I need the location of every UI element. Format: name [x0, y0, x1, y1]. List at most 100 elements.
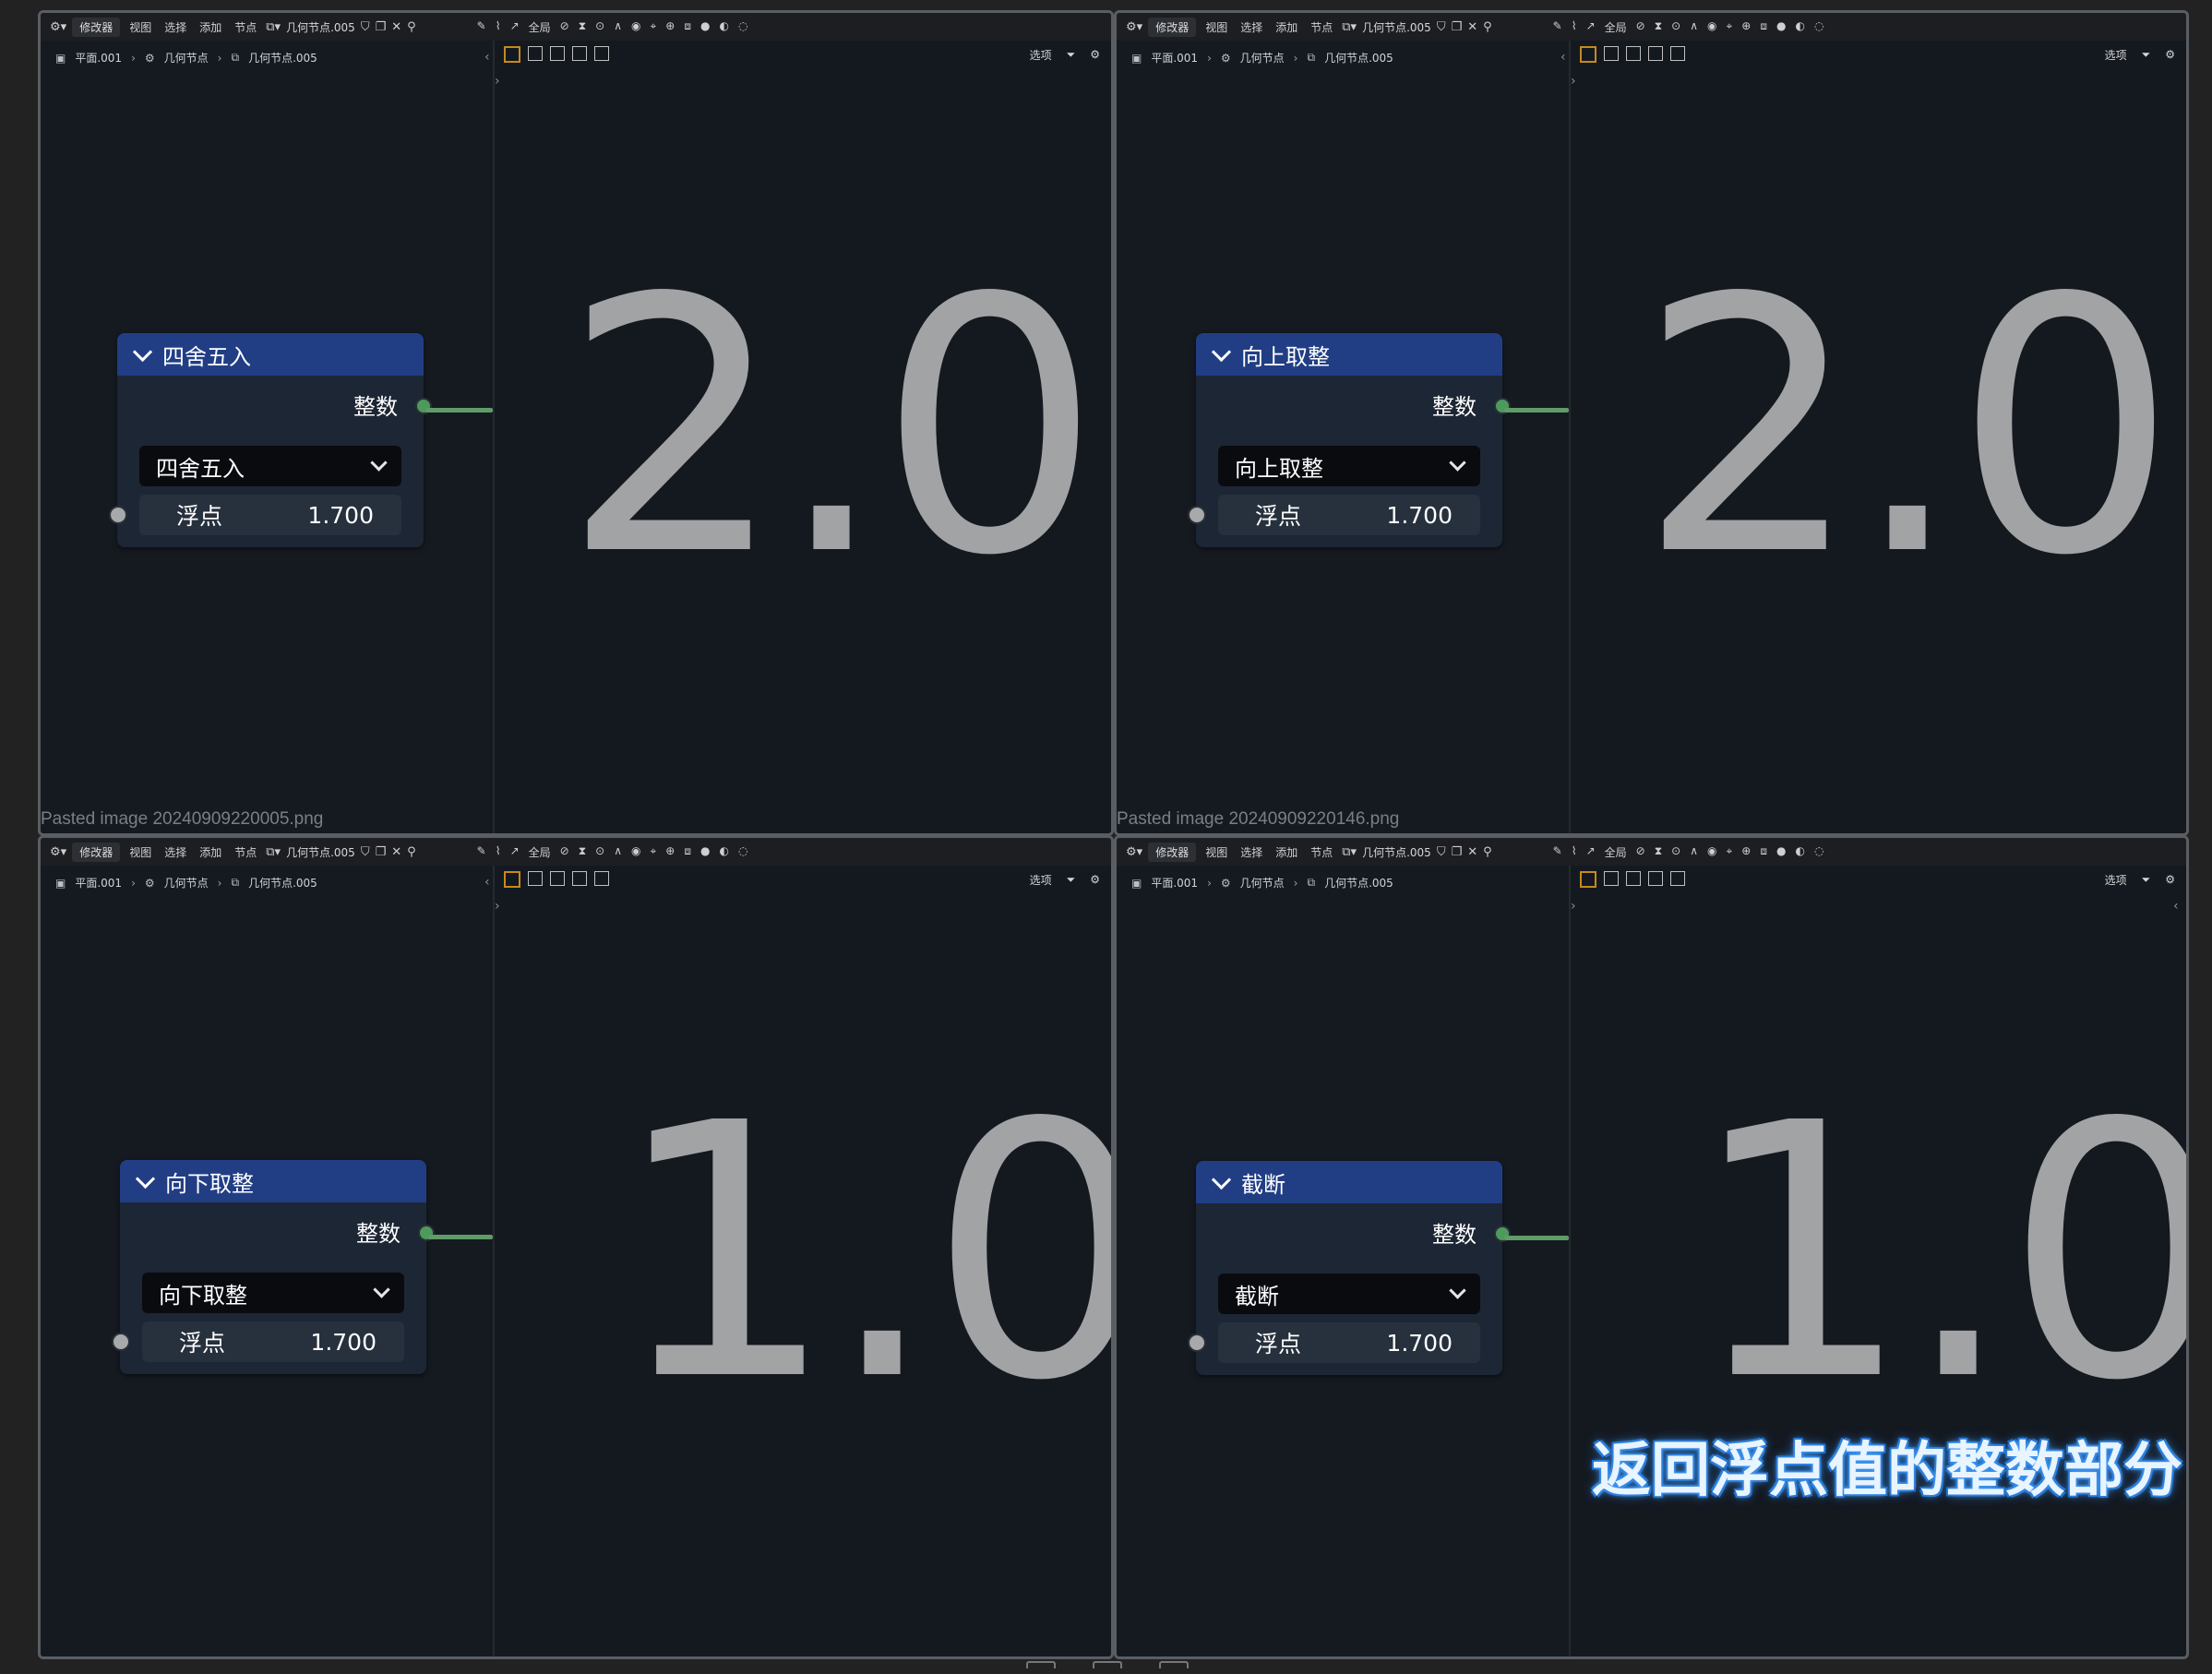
- menu-select[interactable]: 选择: [1237, 19, 1266, 35]
- input-socket[interactable]: [112, 1333, 130, 1351]
- math-node[interactable]: 向下取整 整数 向下取整 浮点 1.700: [112, 1160, 435, 1374]
- expand-arrow-icon[interactable]: ›: [495, 74, 500, 89]
- collapse-arrow-icon[interactable]: ‹: [2173, 899, 2179, 914]
- link-icon[interactable]: ⊘: [560, 844, 569, 860]
- pin-icon[interactable]: ⚲: [1483, 845, 1492, 859]
- mode-dropdown[interactable]: 截断: [1218, 1273, 1480, 1314]
- pin-icon[interactable]: ⚲: [1483, 20, 1492, 34]
- visibility-icon[interactable]: ◉: [631, 844, 640, 860]
- pin-icon[interactable]: ⚲: [407, 845, 416, 859]
- shading-solid-icon[interactable]: ●: [700, 844, 710, 860]
- shield-icon[interactable]: ⛉: [361, 20, 370, 34]
- shading-rendered-icon[interactable]: ◌: [1814, 19, 1823, 35]
- snap-icon[interactable]: ⧗: [579, 19, 586, 35]
- xray-icon[interactable]: ⧈: [1760, 844, 1767, 860]
- menu-add[interactable]: 添加: [1272, 19, 1301, 35]
- tab-handle[interactable]: [1026, 1661, 1056, 1668]
- editor-type-dropdown[interactable]: 修改器: [72, 842, 121, 862]
- select-mode-subtract-icon[interactable]: [572, 46, 587, 61]
- expand-arrow-icon[interactable]: ›: [1571, 74, 1576, 89]
- snap-icon[interactable]: ⧗: [579, 844, 586, 860]
- float-input-field[interactable]: 浮点 1.700: [142, 1321, 404, 1362]
- menu-view[interactable]: 视图: [126, 844, 155, 860]
- gizmo-icon[interactable]: ⊕: [665, 844, 675, 860]
- xray-icon[interactable]: ⧈: [684, 19, 691, 35]
- visibility-icon[interactable]: ◉: [1707, 844, 1716, 860]
- collapse-chevron-icon[interactable]: [1211, 1169, 1232, 1190]
- select-mode-extend-icon[interactable]: [1626, 46, 1641, 61]
- nodegroup-icon[interactable]: ⧉▾: [1342, 845, 1357, 859]
- select-mode-extend-icon[interactable]: [550, 46, 565, 61]
- curve-icon[interactable]: ⌇: [1572, 844, 1577, 860]
- proportional-icon[interactable]: ⊙: [595, 844, 604, 860]
- collapse-arrow-icon[interactable]: ‹: [1560, 50, 1566, 65]
- shading-rendered-icon[interactable]: ◌: [738, 844, 747, 860]
- menu-node[interactable]: 节点: [231, 844, 260, 860]
- input-socket[interactable]: [1188, 1333, 1206, 1352]
- menu-view[interactable]: 视图: [1202, 844, 1231, 860]
- editor-type-icon[interactable]: ⚙▾: [1126, 845, 1142, 859]
- transform-icon[interactable]: ↗: [510, 844, 520, 860]
- gizmo-icon[interactable]: ⊕: [1741, 19, 1751, 35]
- eyedropper-icon[interactable]: ✎: [1553, 844, 1562, 860]
- collapse-arrow-icon[interactable]: ‹: [484, 875, 490, 890]
- options-dropdown[interactable]: 选项: [2105, 872, 2127, 888]
- visibility-icon[interactable]: ◉: [1707, 19, 1716, 35]
- menu-node[interactable]: 节点: [1307, 844, 1336, 860]
- mode-dropdown[interactable]: 四舍五入: [139, 446, 401, 486]
- close-icon[interactable]: ✕: [1467, 845, 1477, 859]
- menu-add[interactable]: 添加: [196, 844, 225, 860]
- eyedropper-icon[interactable]: ✎: [477, 844, 486, 860]
- shading-material-icon[interactable]: ◐: [719, 844, 728, 860]
- snap-icon[interactable]: ⧗: [1655, 844, 1662, 860]
- editor-type-icon[interactable]: ⚙▾: [50, 845, 66, 859]
- tab-handle[interactable]: [1159, 1661, 1189, 1668]
- eyedropper-icon[interactable]: ✎: [477, 19, 486, 35]
- menu-node[interactable]: 节点: [231, 19, 260, 35]
- node-header[interactable]: 向下取整: [120, 1160, 426, 1202]
- mode-dropdown[interactable]: 向上取整: [1218, 446, 1480, 486]
- shield-icon[interactable]: ⛉: [361, 845, 370, 859]
- transform-icon[interactable]: ↗: [510, 19, 520, 35]
- duplicate-icon[interactable]: ❐: [1452, 20, 1463, 34]
- link-icon[interactable]: ⊘: [1636, 19, 1645, 35]
- duplicate-icon[interactable]: ❐: [376, 20, 387, 34]
- menu-node[interactable]: 节点: [1307, 19, 1336, 35]
- eyedropper-icon[interactable]: ✎: [1553, 19, 1562, 35]
- shading-material-icon[interactable]: ◐: [719, 19, 728, 35]
- shading-solid-icon[interactable]: ●: [1776, 19, 1786, 35]
- shading-material-icon[interactable]: ◐: [1795, 19, 1804, 35]
- editor-type-icon[interactable]: ⚙▾: [50, 20, 66, 34]
- falloff-icon[interactable]: ∧: [1690, 19, 1698, 35]
- gear-icon[interactable]: ⚙: [1090, 873, 1100, 886]
- select-mode-subtract-icon[interactable]: [572, 871, 587, 886]
- menu-select[interactable]: 选择: [161, 844, 190, 860]
- select-mode-extend-icon[interactable]: [1626, 871, 1641, 886]
- options-dropdown[interactable]: 选项: [2105, 47, 2127, 63]
- nodegroup-name[interactable]: 几何节点.005: [1362, 844, 1431, 860]
- select-box-icon[interactable]: [1580, 871, 1596, 888]
- gizmo-icon[interactable]: ⊕: [665, 19, 675, 35]
- nodegroup-name[interactable]: 几何节点.005: [286, 19, 355, 35]
- pin-icon[interactable]: ⚲: [407, 20, 416, 34]
- shading-rendered-icon[interactable]: ◌: [1814, 844, 1823, 860]
- shading-solid-icon[interactable]: ●: [700, 19, 710, 35]
- proportional-icon[interactable]: ⊙: [595, 19, 604, 35]
- duplicate-icon[interactable]: ❐: [376, 845, 387, 859]
- proportional-icon[interactable]: ⊙: [1671, 19, 1680, 35]
- select-box-icon[interactable]: [1580, 46, 1596, 63]
- snap-icon[interactable]: ⧗: [1655, 19, 1662, 35]
- transform-icon[interactable]: ↗: [1586, 19, 1596, 35]
- shield-icon[interactable]: ⛉: [1437, 845, 1446, 859]
- link-icon[interactable]: ⊘: [1636, 844, 1645, 860]
- float-input-field[interactable]: 浮点 1.700: [1218, 1322, 1480, 1363]
- collapse-arrow-icon[interactable]: ‹: [484, 50, 490, 65]
- select-mode-intersect-icon[interactable]: [594, 46, 609, 61]
- float-input-field[interactable]: 浮点 1.700: [1218, 495, 1480, 535]
- select-box-icon[interactable]: [504, 46, 520, 63]
- filter-icon[interactable]: ⏷: [1067, 48, 1076, 62]
- select-mode-new-icon[interactable]: [1604, 46, 1619, 61]
- math-node[interactable]: 四舍五入 整数 四舍五入 浮点 1.700: [109, 333, 432, 547]
- menu-add[interactable]: 添加: [196, 19, 225, 35]
- collapse-chevron-icon[interactable]: [135, 1168, 156, 1189]
